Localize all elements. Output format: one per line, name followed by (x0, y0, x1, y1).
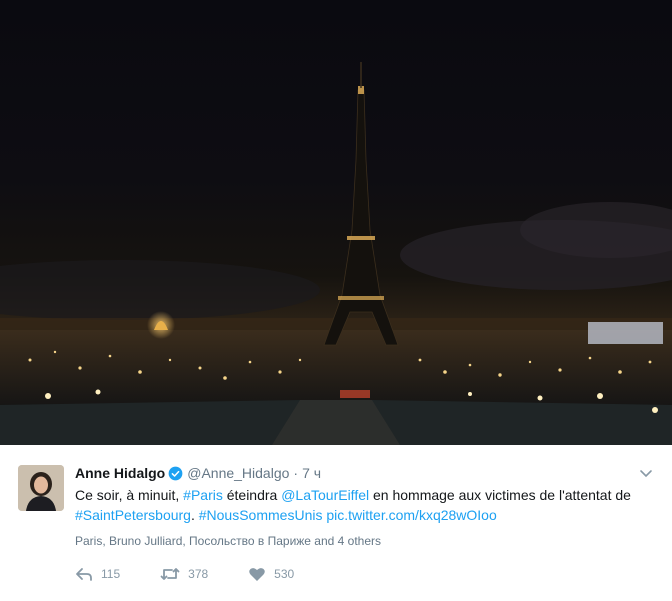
like-count: 530 (274, 567, 295, 581)
separator-dot: · (293, 465, 299, 481)
pic-twitter-link[interactable]: pic.twitter.com/kxq28wOIoo (326, 507, 496, 523)
hashtag-paris-link[interactable]: #Paris (183, 487, 223, 503)
avatar-image (18, 465, 64, 511)
tweet-text: Ce soir, à minuit, #Paris éteindra @LaTo… (75, 485, 655, 525)
tweet-text-part: Ce soir, à minuit, (75, 487, 184, 503)
tweet-text-part: . (190, 507, 199, 523)
tweet-card: Anne Hidalgo @Anne_Hidalgo · 7 ч Ce soir… (0, 445, 672, 601)
reply-icon (76, 568, 92, 581)
author-name[interactable]: Anne Hidalgo (75, 465, 165, 481)
retweet-button[interactable]: 378 (160, 566, 208, 582)
hashtag-noussommesunis-link[interactable]: #NousSommesUnis (199, 507, 323, 523)
tweet-text-part: en hommage aux victimes de l'attentat de (369, 487, 631, 503)
like-button[interactable]: 530 (248, 566, 294, 582)
tweet-actions: 115 378 530 (75, 565, 334, 583)
verified-badge-icon (168, 466, 183, 481)
tweet-text-part: éteindra (222, 487, 282, 503)
tweet-timestamp[interactable]: 7 ч (302, 465, 321, 481)
avatar[interactable] (18, 465, 64, 511)
reply-button[interactable]: 115 (75, 566, 120, 582)
tagged-people[interactable]: Paris, Bruno Julliard, Посольство в Пари… (75, 534, 381, 548)
hashtag-saintpetersbourg-link[interactable]: #SaintPetersbourg (75, 507, 191, 523)
mention-latoureiffel-link[interactable]: @LaTourEiffel (281, 487, 369, 503)
retweet-count: 378 (188, 567, 209, 581)
chevron-down-icon[interactable] (638, 465, 654, 481)
tweet-photo[interactable] (0, 0, 672, 445)
author-handle[interactable]: @Anne_Hidalgo (187, 465, 289, 481)
reply-count: 115 (101, 567, 121, 581)
tweet-header: Anne Hidalgo @Anne_Hidalgo · 7 ч (75, 463, 321, 483)
eiffel-tower-night-image (0, 62, 672, 445)
like-icon (249, 568, 265, 581)
retweet-icon (160, 568, 180, 580)
